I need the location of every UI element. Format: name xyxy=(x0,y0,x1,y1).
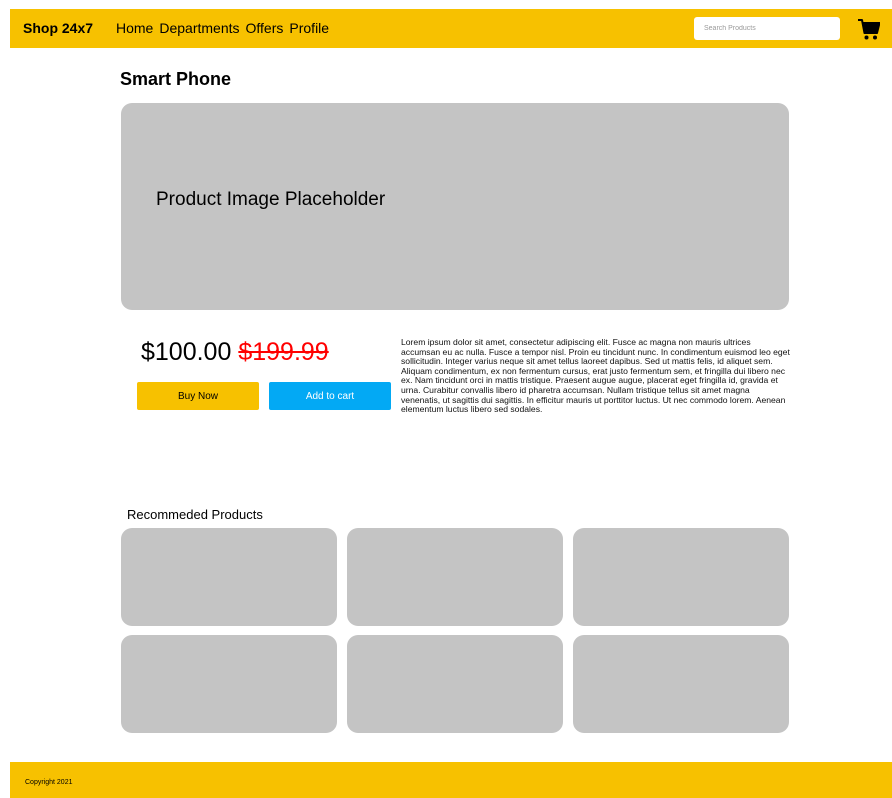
recommended-product-card-1[interactable] xyxy=(121,528,337,626)
copyright-text: Copyright 2021 xyxy=(25,779,73,786)
recommended-product-card-4[interactable] xyxy=(121,635,337,733)
shopping-cart-icon[interactable] xyxy=(858,17,881,41)
add-to-cart-button[interactable]: Add to cart xyxy=(269,382,391,410)
nav-profile[interactable]: Profile xyxy=(289,20,329,36)
current-price: $100.00 xyxy=(141,338,232,366)
top-navbar: Shop 24x7 Home Departments Offers Profil… xyxy=(10,9,892,48)
nav-offers[interactable]: Offers xyxy=(246,20,284,36)
product-description: Lorem ipsum dolor sit amet, consectetur … xyxy=(401,337,790,415)
search-input[interactable] xyxy=(694,17,840,40)
product-image-placeholder: Product Image Placeholder xyxy=(121,103,789,310)
recommended-product-card-3[interactable] xyxy=(573,528,789,626)
footer: Copyright 2021 xyxy=(10,762,892,798)
recommended-product-card-6[interactable] xyxy=(573,635,789,733)
main-nav: Home Departments Offers Profile xyxy=(116,20,329,36)
nav-home[interactable]: Home xyxy=(116,20,153,36)
brand-logo[interactable]: Shop 24x7 xyxy=(23,20,93,36)
recommended-product-card-5[interactable] xyxy=(347,635,563,733)
recommended-product-card-2[interactable] xyxy=(347,528,563,626)
shopping-cart-icon-graphic xyxy=(858,19,881,40)
nav-departments[interactable]: Departments xyxy=(159,20,239,36)
price-row: $100.00 $199.99 xyxy=(141,336,329,368)
buy-now-button[interactable]: Buy Now xyxy=(137,382,259,410)
original-price: $199.99 xyxy=(238,338,329,366)
product-image-placeholder-text: Product Image Placeholder xyxy=(156,189,386,210)
recommended-products-title: Recommeded Products xyxy=(127,507,263,522)
page-title: Smart Phone xyxy=(120,69,232,89)
